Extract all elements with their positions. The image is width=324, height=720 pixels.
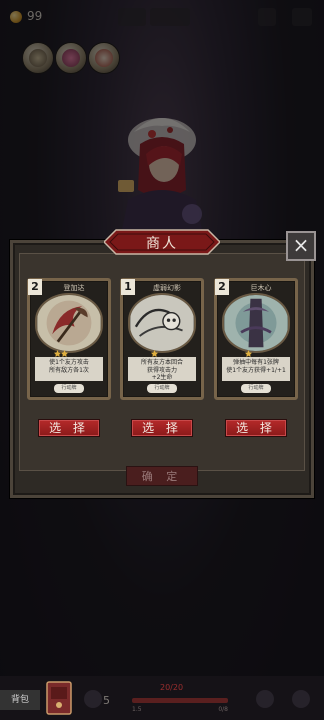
card-description: 所有友方本回合 获得攻击力 +2生命 — [128, 357, 196, 381]
card-2[interactable]: 1 虚弱幻影 所有友方本回合 获得攻击力 +2生命 行动牌 — [120, 278, 204, 400]
hand-count: 5 — [103, 694, 110, 707]
card-type-label: 行动牌 — [54, 384, 84, 393]
card-desc-line: 所有敌方各1次 — [49, 367, 89, 374]
merchant-title: 商人 — [146, 236, 178, 252]
card-name: 登加达 — [63, 284, 85, 292]
card-1[interactable]: 2 登加达 使1个友方攻击 所有敌方各1次 行动牌 — [27, 278, 111, 400]
feather-hand-icon — [84, 690, 102, 708]
select-card-2-button[interactable]: 选 择 — [131, 419, 193, 437]
card-name: 虚弱幻影 — [153, 284, 181, 292]
axe-art-icon — [35, 293, 103, 353]
card-desc-line: 使1个友方攻击 — [49, 359, 89, 366]
card-cost: 2 — [28, 279, 42, 295]
card-desc-line: +2生命 — [151, 374, 173, 381]
close-icon: × — [292, 233, 310, 257]
rarity-star-icon — [61, 350, 68, 357]
rarity-star-icon — [54, 350, 61, 357]
deck-icon[interactable] — [44, 678, 74, 716]
settings-gear-icon[interactable] — [292, 690, 310, 708]
confirm-button[interactable]: 确 定 — [126, 466, 198, 486]
health-text: 20/20 — [160, 683, 184, 692]
card-description: 使1个友方攻击 所有敌方各1次 — [35, 357, 103, 381]
card-type-label: 行动牌 — [147, 384, 177, 393]
rarity-star-icon — [151, 350, 158, 357]
wind-skull-art-icon — [128, 293, 196, 353]
card-cost: 1 — [121, 279, 135, 295]
select-card-3-button[interactable]: 选 择 — [225, 419, 287, 437]
rarity-star-icon — [245, 350, 252, 357]
health-bar — [132, 698, 228, 703]
select-card-1-button[interactable]: 选 择 — [38, 419, 100, 437]
card-description: 弹抽中每有1张牌 使1个友方获得+1/+1 — [222, 357, 290, 381]
tree-art-icon — [222, 293, 290, 353]
card-type-label: 行动牌 — [241, 384, 271, 393]
card-desc-line: 弹抽中每有1张牌 — [233, 359, 279, 366]
card-desc-line: 所有友方本回合 — [140, 359, 183, 366]
character-icon[interactable] — [256, 690, 274, 708]
card-3[interactable]: 2 巨木心 弹抽中每有1张牌 使1个友方获得+1/+1 行动牌 — [214, 278, 298, 400]
card-desc-line: 使1个友方获得+1/+1 — [226, 367, 286, 374]
card-cost: 2 — [215, 279, 229, 295]
hp-sub-left: 1.5 — [132, 706, 142, 713]
close-button[interactable]: × — [286, 231, 316, 261]
health-sub: 1.5 0/8 — [132, 706, 228, 713]
hp-sub-right: 0/8 — [218, 706, 228, 713]
bag-button[interactable]: 背包 — [0, 690, 40, 710]
card-name: 巨木心 — [250, 284, 272, 292]
